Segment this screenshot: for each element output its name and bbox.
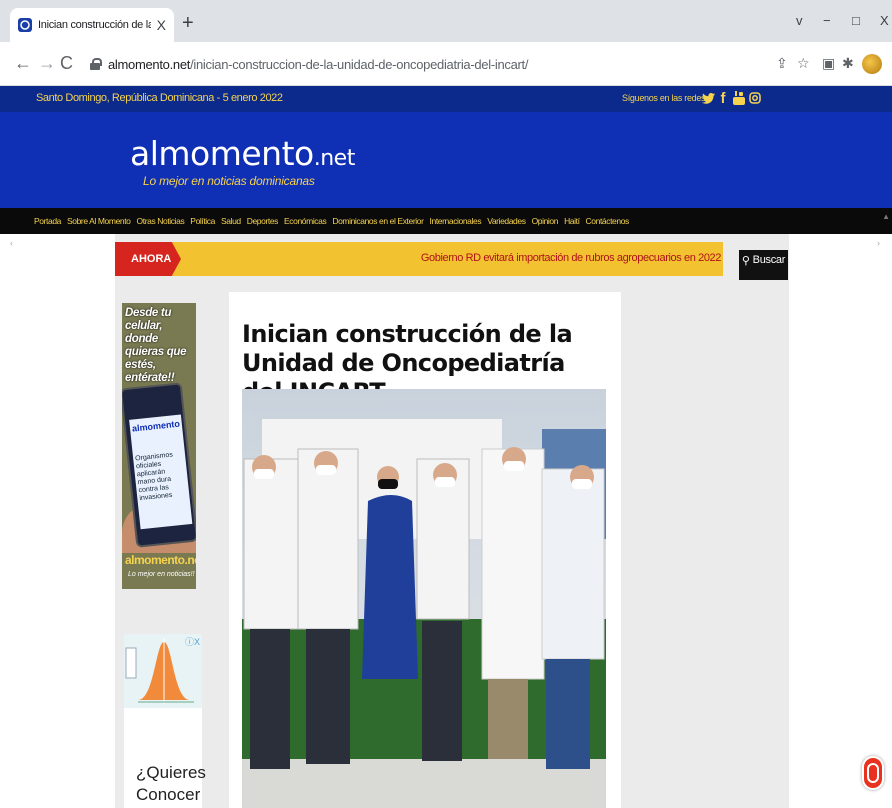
- tab-search-icon[interactable]: v: [796, 13, 803, 28]
- share-icon[interactable]: ⇪: [776, 55, 788, 72]
- site-date: Santo Domingo, República Dominicana - 5 …: [36, 92, 283, 104]
- url-text: almomento.net/inician-construccion-de-la…: [108, 56, 529, 72]
- browser-tab[interactable]: Inician construcción de la Unidad X: [10, 8, 174, 42]
- nav-item-internacionales[interactable]: Internacionales: [430, 216, 482, 226]
- search-label: Buscar: [752, 254, 786, 266]
- reload-icon[interactable]: C: [60, 53, 73, 74]
- address-bar[interactable]: almomento.net/inician-construccion-de-la…: [84, 50, 764, 78]
- site-tagline: Lo mejor en noticias dominicanas: [143, 174, 315, 188]
- scroll-left-icon[interactable]: ‹: [10, 238, 13, 248]
- facebook-icon[interactable]: f: [718, 90, 728, 107]
- nav-item-opinion[interactable]: Opinion: [532, 216, 559, 226]
- tab-close-icon[interactable]: X: [157, 17, 166, 33]
- promo-brand: almomento.net: [125, 553, 196, 567]
- star-icon[interactable]: ☆: [797, 55, 810, 72]
- follow-label: Síguenos en las redes:: [622, 93, 708, 103]
- close-window-button[interactable]: X: [880, 13, 889, 28]
- search-icon: ⚲: [741, 255, 750, 267]
- tab-strip: Inician construcción de la Unidad X + v …: [0, 0, 892, 42]
- minimize-button[interactable]: −: [823, 13, 831, 28]
- nav-item-haiti[interactable]: Haití: [564, 216, 580, 226]
- new-tab-button[interactable]: +: [182, 12, 194, 35]
- nav-item-exterior[interactable]: Dominicanos en el Exterior: [332, 216, 424, 226]
- site-topbar: Santo Domingo, República Dominicana - 5 …: [0, 86, 892, 112]
- ticker-label: AHORA: [115, 242, 181, 276]
- instagram-icon[interactable]: [748, 90, 762, 106]
- breaking-news-ticker: AHORA Gobierno RD evitará importación de…: [115, 242, 723, 276]
- ad-choices-icon[interactable]: ⓘX: [185, 635, 200, 648]
- tab-title: Inician construcción de la Unidad: [38, 19, 151, 31]
- maximize-button[interactable]: □: [852, 13, 860, 28]
- twitter-icon[interactable]: [701, 90, 715, 106]
- search-button[interactable]: ⚲ Buscar: [739, 250, 788, 280]
- menu-icon[interactable]: ⋮: [886, 55, 892, 72]
- forward-icon[interactable]: →: [38, 53, 56, 74]
- nav-item-contactenos[interactable]: Contáctenos: [586, 216, 630, 226]
- article-card: Inician construcción de la Unidad de Onc…: [229, 292, 621, 808]
- notification-bell-button[interactable]: [862, 756, 884, 790]
- app-promo-banner[interactable]: Desde tu celular, donde quieras que esté…: [122, 303, 196, 589]
- browser-toolbar: ← → C almomento.net/inician-construccion…: [0, 42, 892, 86]
- nav-item-sobre[interactable]: Sobre Al Momento: [67, 216, 131, 226]
- profile-icon[interactable]: [862, 54, 882, 74]
- site-logo[interactable]: almomento.net: [130, 134, 355, 173]
- puzzle-icon[interactable]: ✱: [842, 55, 854, 72]
- scroll-right-icon[interactable]: ›: [877, 238, 880, 248]
- phone-headline: Organismos oficiales aplicarán mano dura…: [134, 451, 174, 503]
- sidebar-ad[interactable]: ⓘX ¿Quieres Conocer: [124, 634, 206, 808]
- youtube-icon[interactable]: [732, 90, 746, 106]
- article-photo[interactable]: [242, 389, 606, 808]
- lock-icon[interactable]: [90, 58, 102, 70]
- nav-item-variedades[interactable]: Variedades: [487, 216, 526, 226]
- extension-icon[interactable]: ▣: [822, 55, 835, 72]
- bell-icon: [867, 763, 879, 783]
- nav-item-deportes[interactable]: Deportes: [247, 216, 279, 226]
- nav-item-otras-noticias[interactable]: Otras Noticias: [137, 216, 185, 226]
- site-favicon-icon: [18, 18, 32, 32]
- nav-item-salud[interactable]: Salud: [221, 216, 241, 226]
- site-masthead: almomento.net Lo mejor en noticias domin…: [0, 112, 892, 208]
- promo-text: Desde tu celular, donde quieras que esté…: [125, 307, 187, 384]
- main-navigation: Portada Sobre Al Momento Otras Noticias …: [0, 208, 892, 234]
- scrollbar-arrow-icon[interactable]: ▲: [882, 212, 890, 221]
- ticker-headline[interactable]: Gobierno RD evitará importación de rubro…: [421, 252, 722, 264]
- nav-item-economicas[interactable]: Económicas: [284, 216, 327, 226]
- nav-item-politica[interactable]: Política: [190, 216, 215, 226]
- phone-illustration: almomento Organismos oficiales aplicarán…: [122, 382, 196, 548]
- ad-headline: ¿Quieres Conocer: [136, 763, 206, 804]
- promo-subtitle: Lo mejor en noticias!!: [128, 571, 195, 578]
- nav-item-portada[interactable]: Portada: [34, 216, 61, 226]
- back-icon[interactable]: ←: [14, 53, 32, 74]
